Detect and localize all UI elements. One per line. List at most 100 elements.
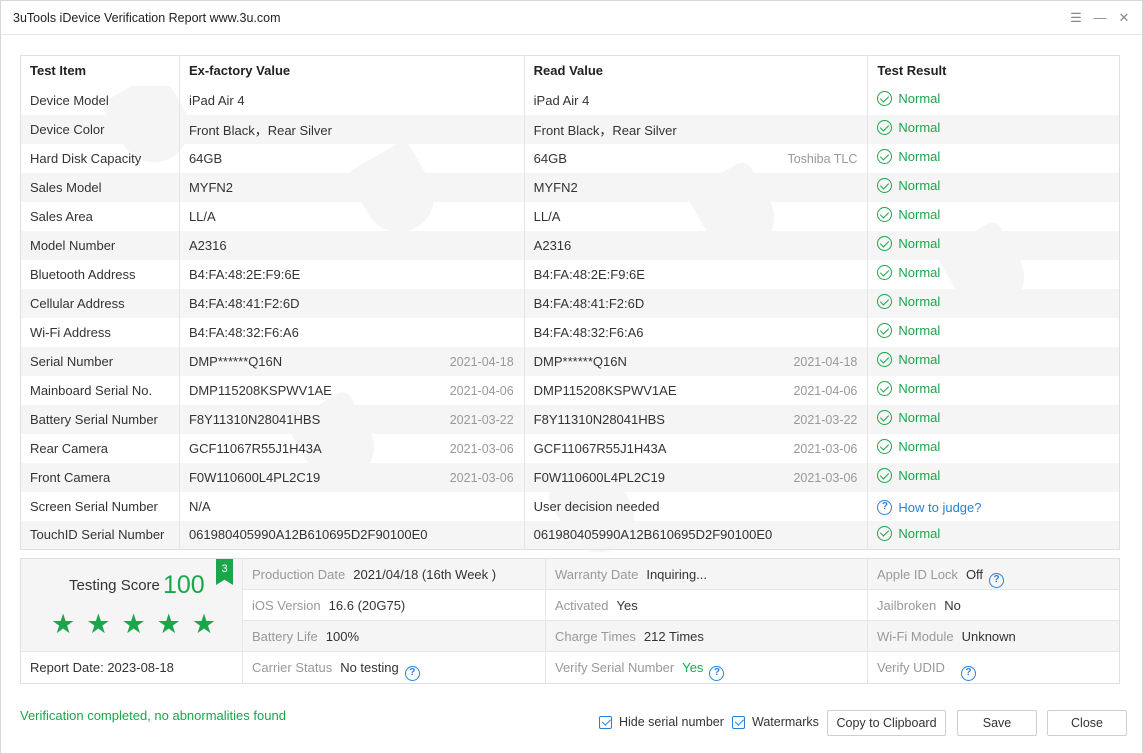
factory-value-cell: iPad Air 4 (179, 85, 525, 115)
read-value: F0W110600L4PL2C19 (533, 469, 665, 485)
production-date-label: Production Date (252, 567, 346, 582)
test-result-cell: Normal (867, 404, 1120, 434)
read-value-cell: iPad Air 4 (524, 85, 869, 115)
factory-value-cell: B4:FA:48:2E:F9:6E (179, 259, 525, 289)
check-circle-icon (877, 525, 893, 541)
close-icon[interactable]: ✕ (1115, 9, 1133, 27)
test-result-cell: Normal (868, 202, 1120, 231)
header-test-result: Test Result (867, 55, 1120, 86)
result-text: Normal (898, 178, 941, 193)
help-icon[interactable]: ? (960, 665, 976, 681)
test-item: Serial Number (30, 353, 114, 369)
table-row: Front Camera F0W110600L4PL2C19 2021-03-06 F… (20, 462, 1120, 492)
copy-to-clipboard-button[interactable]: Copy to Clipboard (827, 710, 946, 736)
wifi-module-label: Wi-Fi Module (877, 629, 954, 644)
menu-icon[interactable]: ☰ (1067, 9, 1085, 27)
check-circle-icon (877, 207, 893, 222)
star-icon: ★ (191, 609, 217, 639)
test-item: Bluetooth Address (30, 266, 136, 282)
check-circle-icon (877, 468, 893, 483)
test-result: Normal (877, 120, 940, 135)
test-item-cell: TouchID Serial Number (20, 520, 180, 550)
question-circle-icon[interactable]: ? (877, 499, 893, 515)
test-result: Normal (877, 207, 940, 222)
check-circle-icon (877, 236, 893, 251)
header-ex-factory: Ex-factory Value (179, 55, 525, 86)
read-value-cell: Front Black，Rear Silver (524, 114, 869, 144)
charge-times-label: Charge Times (555, 629, 636, 644)
help-icon[interactable]: ? (404, 665, 420, 681)
factory-value: DMP******Q16N (188, 353, 283, 369)
star-icon: ★ (86, 609, 111, 639)
verification-table: Test Item Ex-factory Value Read Value Te… (20, 55, 1120, 550)
test-result: Normal (877, 525, 941, 541)
test-item-cell: Battery Serial Number (20, 404, 180, 434)
read-value: 061980405990A12B610695D2F90100E0 (533, 527, 773, 543)
verify-udid-cell: Verify UDID? (868, 652, 1119, 683)
jailbroken-label: Jailbroken (877, 598, 937, 613)
result-text: Normal (898, 91, 941, 106)
hide-serial-label: Hide serial number (619, 715, 724, 729)
wifi-module-cell: Wi-Fi Module Unknown (868, 621, 1119, 652)
factory-value: MYFN2 (188, 179, 234, 195)
test-item: Wi-Fi Address (30, 324, 111, 340)
battery-life-value: 100% (325, 629, 360, 644)
table-row: Model Number A2316 A2316 Normal (20, 230, 1120, 260)
test-item-cell: Front Camera (20, 462, 180, 492)
ios-version-value: 16.6 (20G75) (328, 598, 406, 613)
apple-id-cell: Apple ID Lock Off? (868, 559, 1119, 590)
factory-date: 2021-04-06 (449, 383, 514, 398)
read-date: 2021-03-06 (793, 441, 858, 456)
test-result: Normal (877, 236, 940, 251)
factory-value-cell: DMP******Q16N 2021-04-18 (179, 346, 525, 376)
test-item-cell: Serial Number (20, 346, 180, 376)
test-item-cell: Hard Disk Capacity (20, 143, 180, 173)
read-date: 2021-03-06 (793, 470, 858, 485)
score-badge: 3 (216, 559, 233, 585)
read-value: GCF11067R55J1H43A (533, 440, 667, 456)
score-box: Testing Score 100 3 ★ ★ ★ ★ ★ (21, 559, 243, 652)
warranty-cell: Warranty Date Inquiring... (546, 559, 868, 590)
how-to-judge-link[interactable]: How to judge? (898, 500, 981, 515)
test-result: Normal (877, 439, 940, 454)
factory-value: 061980405990A12B610695D2F90100E0 (188, 527, 428, 543)
result-text: Normal (898, 525, 941, 541)
help-icon[interactable]: ? (709, 665, 725, 681)
test-item-cell: Sales Area (20, 201, 180, 231)
factory-date: 2021-03-06 (449, 470, 514, 485)
factory-value: GCF11067R55J1H43A (188, 440, 322, 456)
ios-version-cell: iOS Version 16.6 (20G75) (243, 590, 546, 621)
read-value-cell: B4:FA:48:32:F6:A6 (524, 317, 869, 347)
test-result-cell: Normal (867, 462, 1120, 492)
checkbox-checked-icon[interactable] (732, 715, 745, 729)
read-value: MYFN2 (533, 179, 578, 195)
help-icon[interactable]: ? (989, 572, 1005, 588)
watermarks-checkbox[interactable]: Watermarks (732, 715, 819, 729)
minimize-icon[interactable]: — (1091, 9, 1109, 27)
battery-life-label: Battery Life (252, 629, 318, 644)
test-result: Normal (877, 178, 940, 193)
test-item-cell: Sales Model (20, 172, 180, 202)
factory-date: 2021-03-22 (449, 412, 514, 427)
checkbox-checked-icon[interactable] (599, 715, 612, 729)
test-item: Cellular Address (30, 295, 125, 311)
test-result-cell: Normal (868, 318, 1120, 347)
test-item: Mainboard Serial No. (30, 382, 153, 398)
check-circle-icon (877, 120, 893, 135)
factory-value-cell: 64GB (179, 143, 525, 173)
score-value: 100 (163, 571, 205, 599)
read-value-cell: DMP115208KSPWV1AE 2021-04-06 (524, 375, 869, 405)
star-icon: ★ (156, 609, 181, 639)
report-window: 3uTools iDevice Verification Report www.… (0, 0, 1143, 754)
hide-serial-checkbox[interactable]: Hide serial number (599, 715, 724, 729)
jailbroken-value: No (944, 598, 961, 613)
result-text: Normal (898, 439, 941, 454)
test-item-cell: Wi-Fi Address (20, 317, 180, 347)
result-text: Normal (898, 265, 941, 280)
star-icon: ★ (51, 609, 76, 639)
test-result-cell: Normal (868, 144, 1120, 173)
close-button[interactable]: Close (1047, 710, 1127, 736)
carrier-status-cell: Carrier Status No testing? (243, 652, 546, 683)
save-button[interactable]: Save (957, 710, 1037, 736)
test-result: Normal (877, 381, 940, 396)
